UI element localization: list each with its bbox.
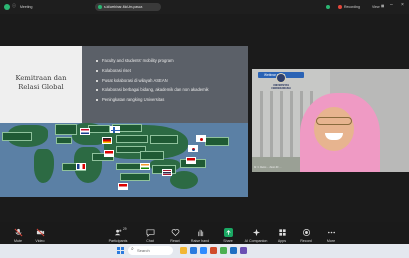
university-seal-logo bbox=[276, 73, 286, 83]
view-menu[interactable]: View bbox=[372, 0, 380, 14]
meeting-url-pill[interactable]: s.id/webinar-MoUm-pasca bbox=[95, 3, 161, 11]
edge-browser-icon[interactable] bbox=[190, 247, 197, 254]
bullet-item: Kolaborasi riset bbox=[96, 68, 244, 74]
teams-icon[interactable] bbox=[240, 247, 247, 254]
share-button[interactable]: Share bbox=[214, 228, 242, 243]
participants-button[interactable]: Participants bbox=[104, 228, 132, 243]
share-screen-icon bbox=[223, 228, 233, 237]
close-icon[interactable]: × bbox=[401, 2, 404, 8]
link-icon bbox=[98, 5, 102, 9]
video-button[interactable]: Video bbox=[26, 228, 54, 243]
sparkle-icon bbox=[252, 228, 260, 237]
chat-button[interactable]: Chat bbox=[136, 228, 164, 243]
world-map-image bbox=[0, 123, 248, 197]
participant-face bbox=[314, 107, 354, 151]
word-icon[interactable] bbox=[230, 247, 237, 254]
chrome-icon[interactable] bbox=[220, 247, 227, 254]
ai-companion-button[interactable]: AI Companion bbox=[242, 228, 270, 243]
heart-react-icon bbox=[171, 229, 179, 237]
security-shield-icon[interactable] bbox=[4, 4, 10, 10]
windows-start-icon[interactable] bbox=[117, 247, 124, 254]
bullet-item: Pusat kolaborasi di wilayah ASEAN bbox=[96, 78, 244, 84]
record-button[interactable]: Record bbox=[292, 228, 320, 243]
info-icon[interactable]: ⓘ bbox=[12, 3, 16, 9]
people-icon bbox=[114, 229, 121, 236]
file-explorer-icon[interactable] bbox=[180, 247, 187, 254]
chat-bubble-icon bbox=[146, 229, 154, 237]
bullet-item: Faculty and students' mobility program bbox=[96, 58, 244, 64]
zoom-app-icon[interactable] bbox=[200, 247, 207, 254]
connection-icon bbox=[326, 5, 330, 9]
university-logo-text: UNIVERSITAS CENDERAWASIH bbox=[271, 84, 291, 90]
react-button[interactable]: React bbox=[161, 228, 189, 243]
more-dots-icon bbox=[327, 231, 335, 234]
more-button[interactable]: More bbox=[317, 228, 345, 243]
apps-grid-icon bbox=[278, 229, 286, 236]
app-label: Meeting bbox=[20, 5, 33, 9]
glasses-icon bbox=[316, 117, 352, 125]
camera-muted-icon bbox=[36, 228, 44, 237]
powerpoint-icon[interactable] bbox=[210, 247, 217, 254]
bullet-item: Peningkatan rangking Universitas bbox=[96, 97, 244, 103]
hand-icon bbox=[197, 229, 203, 237]
recording-dot-icon bbox=[338, 5, 342, 9]
search-label: Search bbox=[137, 248, 150, 253]
participant-name: Dr. Ir. Retno ... Zoom ID: ... bbox=[254, 167, 282, 169]
url-text: s.id/webinar-MoUm-pasca bbox=[104, 5, 143, 9]
slide-title: Kemitraan dan Relasi Global bbox=[15, 74, 67, 91]
view-grid-icon[interactable]: ▦ bbox=[381, 4, 384, 8]
recording-status[interactable]: Recording bbox=[344, 0, 360, 14]
microphone-muted-icon bbox=[14, 228, 22, 237]
raise-hand-button[interactable]: Raise hand bbox=[186, 228, 214, 243]
shared-screen: Kemitraan dan Relasi Global Faculty and … bbox=[0, 46, 248, 197]
slide-bullets: Faculty and students' mobility program K… bbox=[96, 58, 244, 107]
bullet-item: Kolaborasi berbagai bidang, akademik dan… bbox=[96, 87, 244, 93]
participants-count: 29 bbox=[123, 227, 127, 231]
record-icon bbox=[302, 228, 310, 237]
minimize-icon[interactable]: – bbox=[390, 2, 393, 8]
taskbar-search[interactable]: Search bbox=[128, 246, 173, 255]
search-icon: ⌕ bbox=[131, 246, 134, 252]
